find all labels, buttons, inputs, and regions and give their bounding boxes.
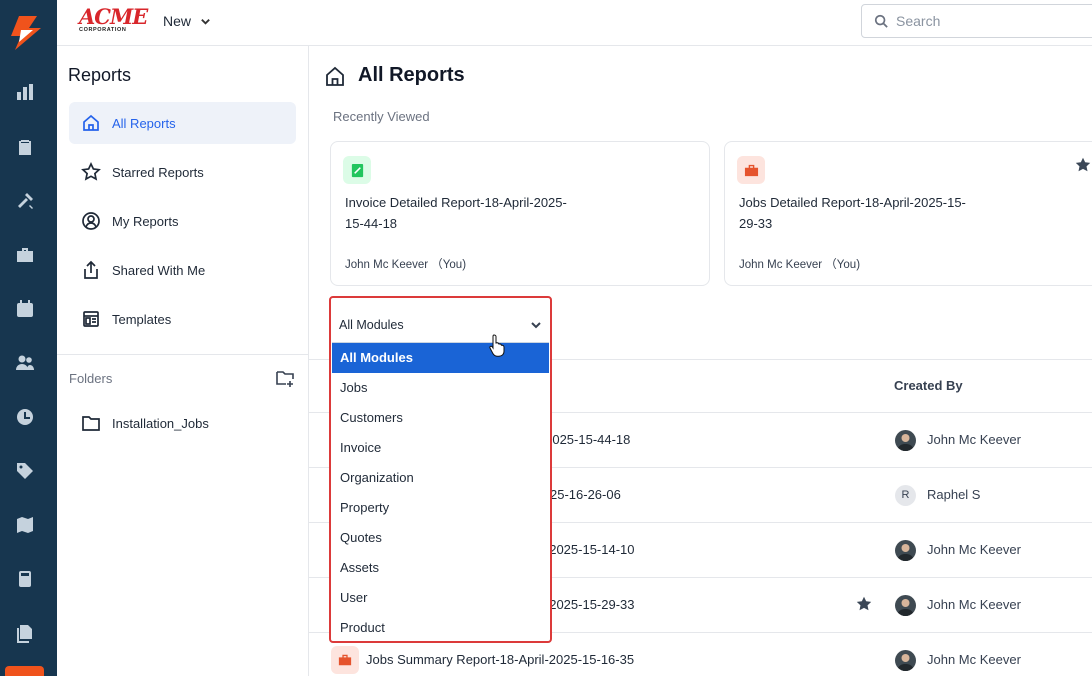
page-title-text: All Reports	[358, 64, 465, 86]
star-icon[interactable]	[1074, 156, 1092, 176]
briefcase-icon	[331, 646, 359, 674]
sidebar-item-label: Starred Reports	[112, 164, 204, 180]
created-by: John Mc Keever	[927, 597, 1021, 612]
option-all-modules[interactable]: All Modules	[332, 343, 549, 373]
documents-icon[interactable]	[14, 622, 36, 644]
reports-sidebar: Reports All Reports Starred Reports My R…	[57, 46, 309, 676]
recent-card-owner: John Mc Keever （You)	[739, 259, 861, 271]
folders-heading: Folders	[69, 371, 113, 386]
search-icon	[874, 14, 888, 28]
top-bar: ACME CORPORATION New Search	[57, 0, 1092, 46]
module-options-list: All Modules Jobs Customers Invoice Organ…	[332, 342, 549, 640]
tools-icon[interactable]	[14, 190, 36, 212]
avatar: R	[895, 485, 916, 506]
created-by: John Mc Keever	[927, 542, 1021, 557]
recent-card[interactable]: Jobs Detailed Report-18-April-2025-15-29…	[724, 141, 1092, 286]
sidebar-item-label: Templates	[112, 311, 172, 327]
module-filter-select[interactable]: All Modules	[332, 307, 549, 343]
users-icon[interactable]	[14, 352, 36, 374]
chevron-down-icon	[201, 18, 210, 25]
option-product[interactable]: Product	[332, 613, 549, 640]
map-icon[interactable]	[14, 514, 36, 536]
share-icon	[84, 260, 98, 279]
clock-icon[interactable]	[14, 406, 36, 428]
module-filter-dropdown[interactable]: All Modules All Modules Jobs Customers I…	[329, 296, 552, 643]
created-by: John Mc Keever	[927, 652, 1021, 667]
recent-card-title: Jobs Detailed Report-18-April-2025-15-29…	[739, 195, 966, 231]
briefcase-icon[interactable]	[14, 244, 36, 266]
created-by: Raphel S	[927, 487, 981, 502]
page-title: All Reports	[324, 64, 465, 87]
sidebar-item-starred-reports[interactable]: Starred Reports	[69, 151, 296, 193]
folder-item-installation-jobs[interactable]: Installation_Jobs	[69, 402, 296, 444]
option-organization[interactable]: Organization	[332, 463, 549, 493]
hand-cursor-icon	[488, 333, 506, 357]
report-name[interactable]: 25-16-26-06	[550, 487, 621, 502]
sidebar-item-templates[interactable]: Templates	[69, 298, 296, 340]
folder-item-label: Installation_Jobs	[112, 415, 209, 431]
report-name[interactable]: l-2025-15-29-33	[542, 597, 635, 612]
app-logo-icon[interactable]	[7, 14, 43, 52]
avatar	[895, 430, 916, 451]
invoice-icon	[343, 156, 371, 184]
user-circle-icon	[82, 212, 100, 230]
created-by-header[interactable]: Created By	[894, 378, 963, 393]
folder-icon	[82, 416, 100, 431]
tag-icon[interactable]	[14, 460, 36, 482]
new-button[interactable]: New	[163, 13, 211, 29]
calendar-icon[interactable]	[14, 298, 36, 320]
chevron-down-icon	[531, 322, 541, 329]
recent-card-owner: John Mc Keever （You)	[345, 259, 467, 271]
option-assets[interactable]: Assets	[332, 553, 549, 583]
option-customers[interactable]: Customers	[332, 403, 549, 433]
briefcase-icon	[737, 156, 765, 184]
recent-card[interactable]: Invoice Detailed Report-18-April-2025-15…	[330, 141, 710, 286]
star-icon[interactable]	[855, 595, 873, 613]
template-icon	[83, 311, 99, 327]
option-user[interactable]: User	[332, 583, 549, 613]
avatar	[895, 540, 916, 561]
search-input[interactable]: Search	[861, 4, 1092, 38]
sidebar-item-label: All Reports	[112, 115, 176, 131]
app-rail	[0, 0, 57, 676]
report-name[interactable]: Jobs Summary Report-18-April-2025-15-16-…	[366, 652, 634, 667]
report-name[interactable]: l-2025-15-14-10	[542, 542, 635, 557]
new-folder-button[interactable]	[275, 368, 297, 388]
sidebar-item-label: My Reports	[112, 213, 179, 229]
reports-chart-icon[interactable]	[14, 81, 36, 103]
clipboard-icon[interactable]	[14, 136, 36, 158]
star-icon	[81, 162, 101, 181]
option-property[interactable]: Property	[332, 493, 549, 523]
avatar	[895, 650, 916, 671]
new-button-label: New	[163, 13, 192, 29]
company-logo: ACME CORPORATION	[79, 4, 148, 33]
sidebar-title: Reports	[68, 65, 132, 85]
sidebar-item-shared-with-me[interactable]: Shared With Me	[69, 249, 296, 291]
recent-card-title: Invoice Detailed Report-18-April-2025-15…	[345, 195, 567, 231]
home-icon	[83, 114, 99, 131]
calculator-icon[interactable]	[14, 568, 36, 590]
module-filter-value: All Modules	[339, 318, 404, 332]
home-icon	[326, 66, 344, 86]
option-jobs[interactable]: Jobs	[332, 373, 549, 403]
created-by: John Mc Keever	[927, 432, 1021, 447]
avatar	[895, 595, 916, 616]
search-placeholder: Search	[896, 13, 941, 29]
sidebar-item-my-reports[interactable]: My Reports	[69, 200, 296, 242]
sidebar-item-label: Shared With Me	[112, 262, 206, 278]
option-invoice[interactable]: Invoice	[332, 433, 549, 463]
recently-viewed-label: Recently Viewed	[333, 109, 430, 124]
folder-plus-icon	[276, 371, 294, 387]
sidebar-divider	[57, 354, 309, 355]
sidebar-item-all-reports[interactable]: All Reports	[69, 102, 296, 144]
option-quotes[interactable]: Quotes	[332, 523, 549, 553]
rail-active-tab[interactable]	[5, 666, 44, 676]
